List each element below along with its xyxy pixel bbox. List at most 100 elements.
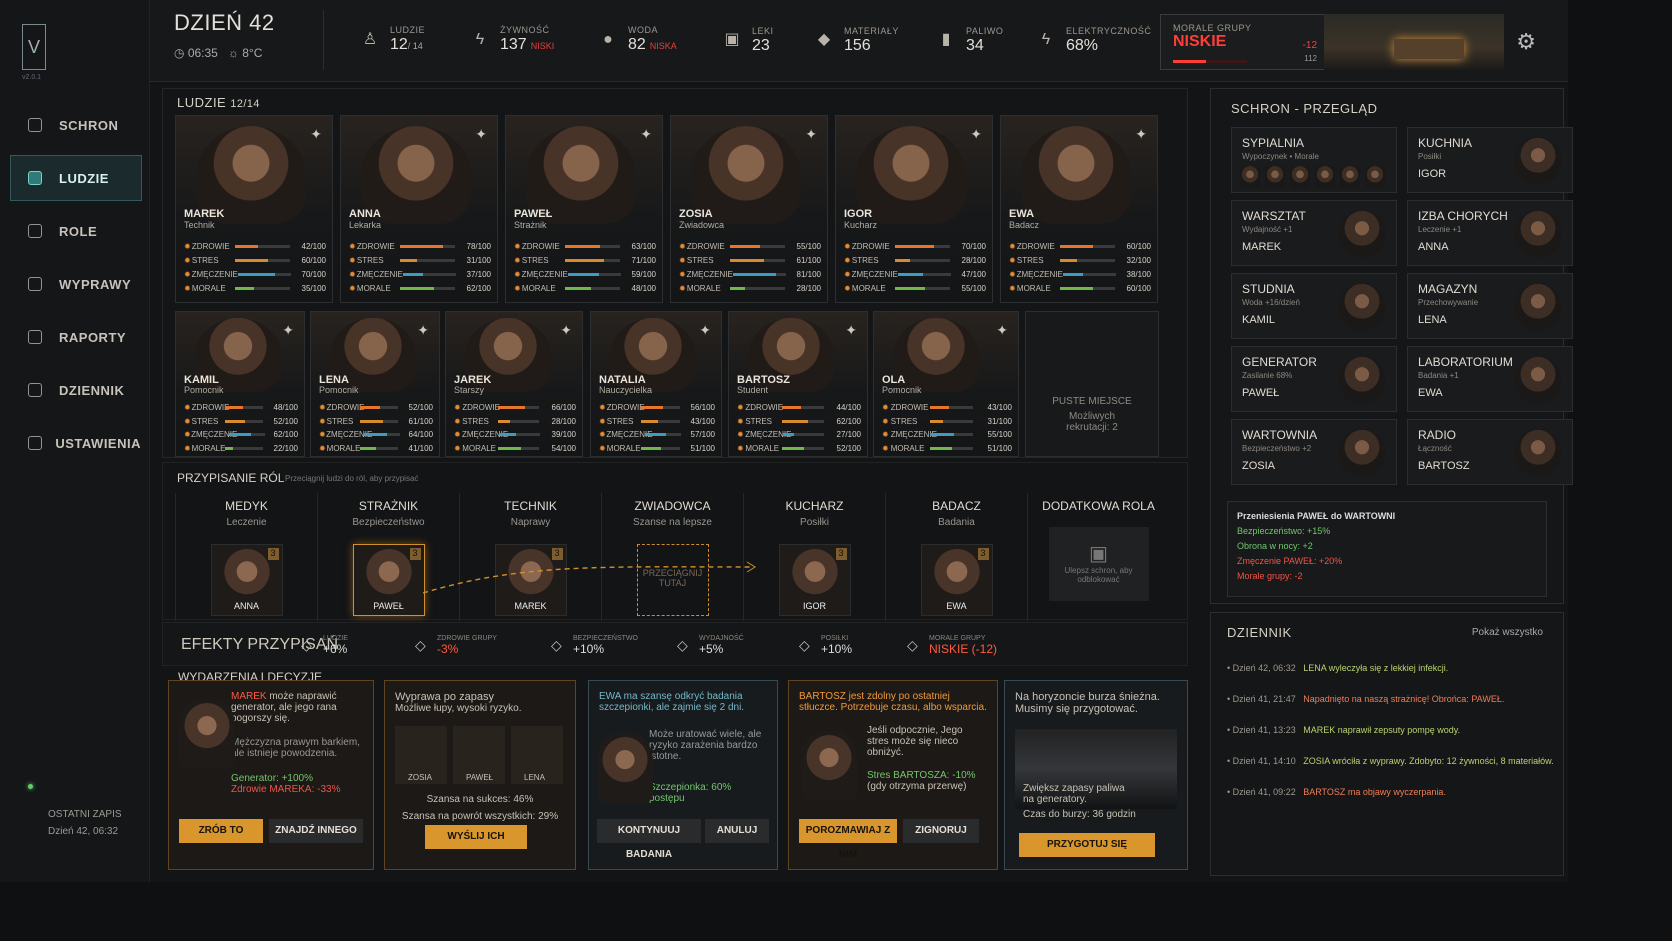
expedition-person-card[interactable]: LENA bbox=[511, 726, 563, 784]
shelter-room[interactable]: RADIO Łączność BARTOSZ bbox=[1407, 419, 1573, 485]
event-card[interactable]: Wyprawa po zapasy Możliwe łupy, wysoki ry… bbox=[384, 680, 576, 870]
event-card[interactable]: EWA ma szansę odkryć badania szczepionki… bbox=[588, 680, 778, 870]
survivor-role: Zwiadowca bbox=[679, 220, 725, 230]
find-another-button[interactable]: ZNAJDŹ INNEGO bbox=[269, 819, 363, 843]
stat-bar bbox=[399, 286, 456, 290]
stat-fill bbox=[1059, 244, 1094, 248]
show-all-link[interactable]: Pokaż wszystko bbox=[1472, 627, 1543, 638]
event-card[interactable]: MAREK może naprawić generator, ale jego … bbox=[168, 680, 374, 870]
stat-fill bbox=[224, 446, 234, 450]
settings-gear-icon[interactable]: ⚙ bbox=[1516, 29, 1536, 55]
nav-ustawienia[interactable]: USTAWIENIA bbox=[10, 420, 142, 466]
event-card[interactable]: BARTOSZ jest zdolny po ostatniej stłuczc… bbox=[788, 680, 998, 870]
food-stat[interactable]: ϟ ŻYWNOŚĆ 137 NISKI bbox=[470, 18, 554, 62]
role-column[interactable]: DODATKOWA ROLA ▣ Ulepsz schron, aby odblok… bbox=[1027, 493, 1169, 621]
stat-label: ZMĘCZENIE bbox=[356, 269, 403, 279]
shelter-room[interactable]: WARSZTAT Wydajność +1 MAREK bbox=[1231, 200, 1397, 266]
role-person-card[interactable]: 3 MAREK bbox=[494, 544, 567, 616]
survivor-card[interactable]: ✦ IGOR Kucharz ✹ ZDROWIE 70/100 ✹ STRES 28/100 ✹ Z… bbox=[835, 115, 993, 303]
role-person-name: IGOR bbox=[802, 601, 826, 611]
survivor-card[interactable]: ✦ ZOSIA Zwiadowca ✹ ZDROWIE 55/100 ✹ STRES 61/10… bbox=[670, 115, 828, 303]
continue-research-button[interactable]: KONTYNUUJ BADANIA bbox=[597, 819, 701, 860]
ignore-button[interactable]: ZIGNORUJ bbox=[903, 819, 979, 843]
survivor-card[interactable]: ✦ MAREK Technik ✹ ZDROWIE 42/100 ✹ STRES 60/100 ✹… bbox=[175, 115, 333, 303]
survivor-card[interactable]: ✦ PAWEŁ Strażnik ✹ ZDROWIE 63/100 ✹ STRES 71/100… bbox=[505, 115, 663, 303]
stat-icon: ✹ bbox=[514, 241, 521, 251]
cancel-button[interactable]: ANULUJ bbox=[705, 819, 769, 843]
stat-value: 60/100 bbox=[1126, 283, 1151, 293]
event-subtitle: Możliwe łupy, wysoki ryzyko. bbox=[395, 703, 522, 714]
expedition-person-name: ZOSIA bbox=[408, 773, 433, 782]
role-column[interactable]: MEDYK Leczenie 3 ANNA bbox=[175, 493, 317, 621]
stat-value: 22/100 bbox=[273, 443, 298, 453]
stat-row: ✹ STRES 71/100 bbox=[514, 253, 656, 267]
survivor-card[interactable]: ✦ OLA Pomocnik ✹ ZDROWIE 43/100 ✹ STRES 31/100 ✹ Z… bbox=[873, 311, 1019, 457]
stat-value: 39/100 bbox=[551, 430, 576, 440]
stat-fill bbox=[1059, 286, 1094, 290]
level-badge: 3 bbox=[551, 548, 563, 560]
survivor-card[interactable]: ✦ EWA Badacz ✹ ZDROWIE 60/100 ✹ STRES 32/100 ✹ ZMĘ… bbox=[1000, 115, 1158, 303]
role-column[interactable]: ZWIADOWCA Szanse na lepsze PRZECIĄGNIJ TUT… bbox=[601, 493, 743, 621]
shelter-room[interactable]: WARTOWNIA Bezpieczeństwo +2 ZOSIA bbox=[1231, 419, 1397, 485]
role-person-card[interactable]: 3 ANNA bbox=[210, 544, 283, 616]
shelter-room[interactable]: STUDNIA Woda +16/dzień KAMIL bbox=[1231, 273, 1397, 339]
role-column[interactable]: BADACZ Badania 3 EWA bbox=[885, 493, 1027, 621]
people-title: LUDZIE 12/14 bbox=[177, 95, 260, 110]
shelter-room[interactable]: MAGAZYN Przechowywanie LENA bbox=[1407, 273, 1573, 339]
event-card[interactable]: Na horyzoncie burza śnieżna. Musimy się … bbox=[1004, 680, 1188, 870]
water-stat[interactable]: ● WODA 82 NISKA bbox=[598, 18, 677, 62]
electricity-stat[interactable]: ϟ ELEKTRYCZNOŚĆ 68% bbox=[1036, 18, 1151, 62]
role-column[interactable]: KUCHARZ Posiłki 3 IGOR bbox=[743, 493, 885, 621]
role-subtitle: Szanse na lepsze bbox=[633, 517, 712, 528]
role-person-card[interactable]: 3 EWA bbox=[920, 544, 993, 616]
drop-zone[interactable]: PRZECIĄGNIJ TUTAJ bbox=[636, 544, 709, 616]
shelter-room[interactable]: IZBA CHORYCH Leczenie +1 ANNA bbox=[1407, 200, 1573, 266]
nav-schron[interactable]: SCHRON bbox=[10, 102, 142, 148]
effect-item: ◇ BEZPIECZEŃSTWO +10% bbox=[551, 632, 638, 658]
prepare-button[interactable]: PRZYGOTUJ SIĘ bbox=[1019, 833, 1155, 857]
shelter-room[interactable]: SYPIALNIAWypoczynek • Morale6/6 bbox=[1231, 127, 1397, 193]
survivor-card[interactable]: ✦ ANNA Lekarka ✹ ZDROWIE 78/100 ✹ STRES 31/100 ✹ Z… bbox=[340, 115, 498, 303]
sidebar: V v2.0.1 SCHRON LUDZIE ROLE WYPRAWY RAPO… bbox=[0, 0, 150, 882]
send-them-button[interactable]: WYŚLIJ ICH bbox=[425, 825, 527, 849]
nav-ludzie[interactable]: LUDZIE bbox=[10, 155, 142, 201]
role-title: BADACZ bbox=[932, 499, 981, 513]
people-stat[interactable]: ♙ LUDZIE 12/ 14 bbox=[360, 18, 425, 62]
shelter-room[interactable]: LABORATORIUM Badania +1 EWA bbox=[1407, 346, 1573, 412]
shelter-room[interactable]: GENERATOR Zasilanie 68% PAWEŁ bbox=[1231, 346, 1397, 412]
expedition-person-card[interactable]: PAWEŁ bbox=[453, 726, 505, 784]
survivor-role: Nauczycielka bbox=[599, 385, 653, 395]
stat-bars: ✹ ZDROWIE 55/100 ✹ STRES 61/100 ✹ ZMĘCZENIE 81/1… bbox=[679, 239, 821, 295]
stat-value: 68% bbox=[1066, 36, 1099, 54]
survivor-card[interactable]: ✦ JAREK Starszy ✹ ZDROWIE 66/100 ✹ STRES 28/100 ✹… bbox=[445, 311, 583, 457]
expedition-person-card[interactable]: ZOSIA bbox=[395, 726, 447, 784]
role-column[interactable]: STRAŻNIK Bezpieczeństwo 3 PAWEŁ bbox=[317, 493, 459, 621]
nav-wyprawy[interactable]: WYPRAWY bbox=[10, 261, 142, 307]
role-person-card[interactable]: 3 IGOR bbox=[778, 544, 851, 616]
effect-icon: ◇ bbox=[551, 636, 562, 653]
nav-role[interactable]: ROLE bbox=[10, 208, 142, 254]
stat-icon: ✹ bbox=[184, 269, 191, 279]
nav-label: SCHRON bbox=[59, 117, 119, 133]
stat-row: ✹ ZDROWIE 66/100 bbox=[454, 401, 576, 415]
survivor-card[interactable]: ✦ KAMIL Pomocnik ✹ ZDROWIE 48/100 ✹ STRES 52/100… bbox=[175, 311, 305, 457]
survivor-card[interactable]: ✦ NATALIA Nauczycielka ✹ ZDROWIE 56/100 ✹ STRES… bbox=[590, 311, 722, 457]
role-column[interactable]: TECHNIK Naprawy 3 MAREK bbox=[459, 493, 601, 621]
survivor-card[interactable]: ✦ BARTOSZ Student ✹ ZDROWIE 44/100 ✹ STRES 62/10… bbox=[728, 311, 868, 457]
role-person-card[interactable]: 3 PAWEŁ bbox=[352, 544, 425, 616]
group-morale[interactable]: MORALE GRUPY NISKIE -12 112 bbox=[1160, 14, 1330, 70]
stat-bar bbox=[364, 433, 401, 437]
do-it-button[interactable]: ZRÓB TO bbox=[179, 819, 263, 843]
talk-button[interactable]: POROZMAWIAJ Z NIM bbox=[799, 819, 897, 860]
shelter-room[interactable]: KUCHNIA Posiłki IGOR bbox=[1407, 127, 1573, 193]
nav-dziennik[interactable]: DZIENNIK bbox=[10, 367, 142, 413]
stat-bar bbox=[929, 433, 974, 437]
role-title: STRAŻNIK bbox=[358, 499, 419, 513]
materials-stat[interactable]: ◆ MATERIAŁY 156 bbox=[814, 18, 899, 62]
level-badge: 3 bbox=[977, 548, 989, 560]
empty-slot[interactable]: PUSTE MIEJSCE Możliwych rekrutacji: 2 bbox=[1025, 311, 1159, 457]
medicine-stat[interactable]: ▣ LEKI 23 bbox=[722, 18, 774, 62]
nav-raporty[interactable]: RAPORTY bbox=[10, 314, 142, 360]
survivor-card[interactable]: ✦ LENA Pomocnik ✹ ZDROWIE 52/100 ✹ STRES 61/100 ✹… bbox=[310, 311, 440, 457]
fuel-stat[interactable]: ▮ PALIWO 34 bbox=[936, 18, 1003, 62]
